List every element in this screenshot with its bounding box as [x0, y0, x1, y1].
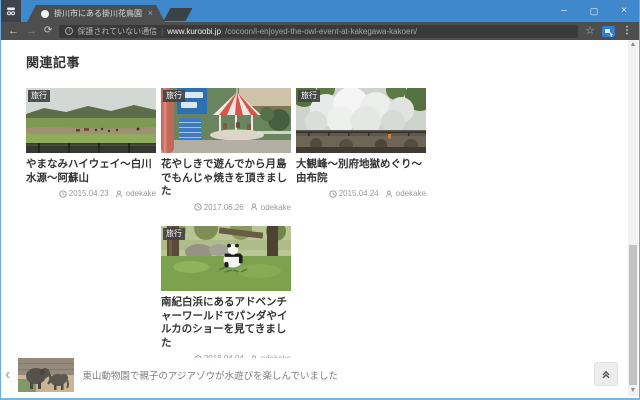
- card-author: odekake: [126, 189, 156, 198]
- double-chevron-up-icon: [600, 368, 612, 380]
- bookmark-star-icon[interactable]: ☆: [585, 26, 595, 37]
- related-articles-heading: 関連記事: [26, 52, 614, 71]
- back-icon[interactable]: ←: [8, 26, 19, 37]
- scrollbar-down-arrow-icon[interactable]: ▼: [628, 386, 638, 396]
- extension-icon[interactable]: [602, 26, 615, 37]
- card-image-aso-meadow[interactable]: 旅行: [26, 88, 156, 153]
- scrollbar-thumb[interactable]: [629, 245, 637, 385]
- minimize-button[interactable]: –: [549, 0, 579, 22]
- card-author: odekake: [261, 203, 291, 212]
- card-image-panda[interactable]: 旅行: [161, 226, 291, 291]
- clock-icon: [59, 190, 67, 198]
- user-icon: [115, 190, 123, 198]
- clock-icon: [194, 203, 202, 211]
- page-content: 関連記事: [2, 40, 638, 396]
- previous-post-nav[interactable]: ‹ 東山動物園で親子のアジアゾウが水遊: [2, 358, 628, 392]
- related-cards-row-2: 旅行 南紀白浜にあるアドベンチャーワールドでパンダやイルカのショーを見てきました…: [161, 226, 614, 364]
- title-bar: 掛川市にある掛川花鳥園で × – ▢ ×: [1, 0, 639, 22]
- card-date: 2017.06.26: [204, 203, 244, 212]
- new-tab-button[interactable]: [164, 8, 193, 21]
- tab-favicon: [41, 10, 49, 18]
- forward-icon[interactable]: →: [26, 26, 37, 37]
- url-bar[interactable]: i 保護されていない通信 | www.kuroobi.jp/cocoon/i-e…: [59, 25, 578, 38]
- prev-post-title[interactable]: 東山動物園で親子のアジアゾウが水遊びを楽しんでいました: [82, 368, 338, 382]
- category-badge: 旅行: [163, 228, 185, 240]
- tab-close-icon[interactable]: ×: [148, 9, 153, 18]
- maximize-button[interactable]: ▢: [579, 0, 609, 22]
- card-meta: 2015.04.24 odekake: [296, 189, 426, 198]
- scrollbar-up-arrow-icon[interactable]: ▲: [628, 40, 638, 50]
- tab-title: 掛川市にある掛川花鳥園で: [54, 8, 143, 19]
- related-card[interactable]: 旅行 南紀白浜にあるアドベンチャーワールドでパンダやイルカのショーを見てきました…: [161, 226, 291, 364]
- category-badge: 旅行: [163, 90, 185, 102]
- prev-post-image-elephants: [18, 358, 74, 392]
- reload-icon[interactable]: ⟳: [44, 26, 52, 36]
- card-image-beppu-steam[interactable]: 旅行: [296, 88, 426, 153]
- url-path: /cocoon/i-enjoyed-the-owl-event-at-kakeg…: [225, 27, 417, 36]
- related-card[interactable]: 旅行 大観峰〜別府地獄めぐり〜由布院 2015.04.24 odekake: [296, 88, 426, 212]
- browser-toolbar: ← → ⟳ i 保護されていない通信 | www.kuroobi.jp/coco…: [1, 22, 639, 40]
- card-title[interactable]: 花やしきで遊んでから月島でもんじゃ焼きを頂きました: [161, 158, 291, 199]
- browser-tab[interactable]: 掛川市にある掛川花鳥園で ×: [27, 5, 165, 22]
- card-title[interactable]: やまなみハイウェイ〜白川水源〜阿蘇山: [26, 158, 156, 185]
- close-button[interactable]: ×: [609, 0, 639, 22]
- card-date: 2015.04.23: [69, 189, 109, 198]
- menu-icon[interactable]: ⋮: [622, 26, 632, 36]
- browser-window: 掛川市にある掛川花鳥園で × – ▢ × ← → ⟳ i 保護されていない通信 …: [0, 0, 640, 400]
- card-author: odekake: [396, 189, 426, 198]
- url-domain: www.kuroobi.jp: [167, 27, 221, 36]
- chevron-left-icon: ‹: [5, 367, 10, 383]
- url-separator: |: [161, 27, 163, 36]
- user-icon: [250, 203, 258, 211]
- info-icon[interactable]: i: [65, 27, 73, 35]
- card-meta: 2015.04.23 odekake: [26, 189, 156, 198]
- related-card[interactable]: 旅行 やまなみハイウェイ〜白川水源〜阿蘇山 2015.04.23 odekake: [26, 88, 156, 212]
- user-icon: [385, 190, 393, 198]
- security-label: 保護されていない通信: [77, 26, 157, 37]
- card-image-hanayashiki-park[interactable]: 旅行: [161, 88, 291, 153]
- card-title[interactable]: 南紀白浜にあるアドベンチャーワールドでパンダやイルカのショーを見てきました: [161, 296, 291, 351]
- category-badge: 旅行: [298, 90, 320, 102]
- clock-icon: [329, 190, 337, 198]
- related-card[interactable]: 旅行 花やしきで遊んでから月島でもんじゃ焼きを頂きました 2017.06.26 …: [161, 88, 291, 212]
- vertical-scrollbar[interactable]: ▲ ▼: [628, 40, 638, 396]
- scroll-to-top-button[interactable]: [594, 362, 618, 386]
- card-title[interactable]: 大観峰〜別府地獄めぐり〜由布院: [296, 158, 426, 185]
- related-cards-row-1: 旅行 やまなみハイウェイ〜白川水源〜阿蘇山 2015.04.23 odekake: [26, 88, 614, 212]
- app-logo-icon: [1, 0, 21, 22]
- card-meta: 2017.06.26 odekake: [161, 203, 291, 212]
- category-badge: 旅行: [28, 90, 50, 102]
- card-date: 2015.04.24: [339, 189, 379, 198]
- window-controls: – ▢ ×: [549, 0, 639, 22]
